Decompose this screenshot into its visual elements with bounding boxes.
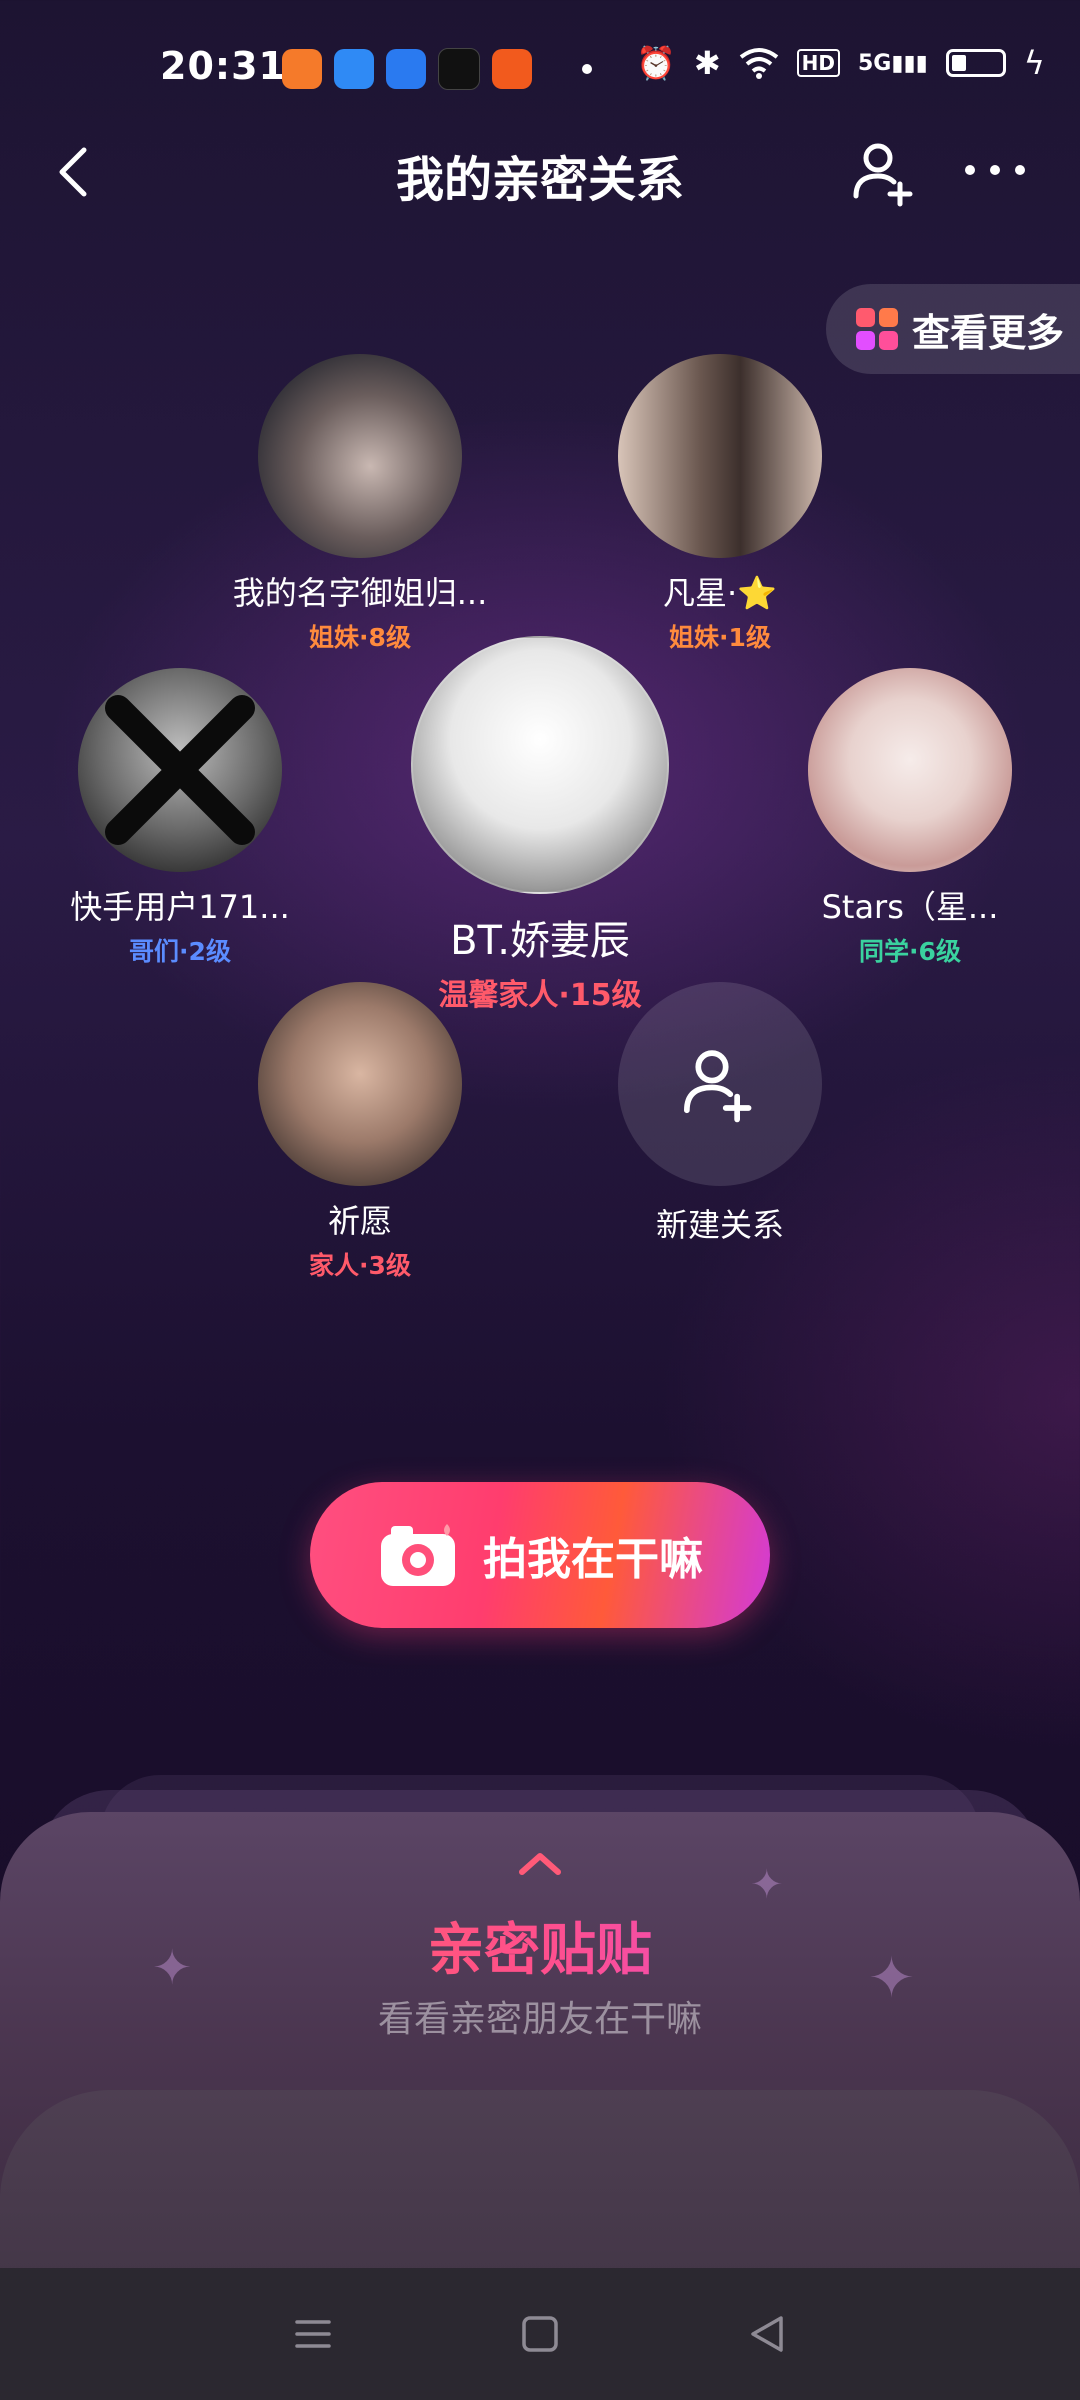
center-avatar bbox=[411, 636, 669, 894]
back-icon[interactable] bbox=[743, 2310, 791, 2358]
avatar bbox=[258, 354, 462, 558]
tiktok-icon bbox=[438, 48, 480, 90]
center-node[interactable]: BT.娇妻辰 温馨家人·15级 bbox=[380, 636, 700, 1014]
relation-level: 家人·3级 bbox=[309, 1251, 411, 1280]
menu-icon[interactable] bbox=[289, 2310, 337, 2358]
system-nav-bar bbox=[0, 2268, 1080, 2400]
relation-node[interactable]: Stars（星... 同学·6级 bbox=[760, 668, 1060, 968]
new-relation-avatar bbox=[618, 982, 822, 1186]
relation-name: 凡星·⭐ bbox=[662, 574, 778, 612]
kuaishou-icon bbox=[282, 49, 322, 89]
weibo-icon bbox=[492, 49, 532, 89]
status-bar: 20:31 ⏰ ✱ HD 5G▮▮▮ ϟ bbox=[0, 0, 1080, 140]
home-icon[interactable] bbox=[516, 2310, 564, 2358]
cross-mark-icon bbox=[105, 695, 255, 845]
relation-name: 快手用户171... bbox=[70, 888, 290, 926]
maps-icon bbox=[386, 49, 426, 89]
relation-name: Stars（星... bbox=[821, 888, 999, 926]
more-notifications-dot bbox=[582, 64, 592, 74]
charging-icon: ϟ bbox=[1023, 44, 1045, 82]
new-relation-node[interactable]: 新建关系 bbox=[560, 982, 880, 1246]
signal-icon: 5G▮▮▮ bbox=[858, 50, 928, 76]
camera-button-label: 拍我在干嘛 bbox=[483, 1534, 703, 1585]
browser-icon bbox=[334, 49, 374, 89]
alarm-icon: ⏰ bbox=[636, 44, 676, 82]
relation-node[interactable]: 祈愿 家人·3级 bbox=[200, 982, 520, 1282]
new-relation-label: 新建关系 bbox=[655, 1206, 784, 1244]
relation-node[interactable]: 我的名字御姐归... 姐妹·8级 bbox=[200, 354, 520, 654]
relation-node[interactable]: 凡星·⭐ 姐妹·1级 bbox=[560, 354, 880, 654]
sparkle-icon: ✦ bbox=[750, 1862, 784, 1908]
camera-icon bbox=[381, 1524, 455, 1586]
sparkle-icon: ✦ bbox=[868, 1946, 915, 2011]
relation-name: 祈愿 bbox=[327, 1202, 392, 1240]
avatar bbox=[78, 668, 282, 872]
center-name: BT.娇妻辰 bbox=[450, 918, 630, 964]
add-friend-button[interactable] bbox=[850, 138, 920, 208]
sparkle-icon: ✦ bbox=[152, 1940, 193, 1996]
relation-name: 我的名字御姐归... bbox=[232, 574, 488, 612]
relation-level: 哥们·2级 bbox=[129, 937, 231, 966]
avatar bbox=[258, 982, 462, 1186]
system-icons: ⏰ ✱ HD 5G▮▮▮ ϟ bbox=[636, 44, 1045, 82]
grid-icon bbox=[856, 308, 898, 350]
avatar bbox=[808, 668, 1012, 872]
add-person-icon bbox=[684, 1050, 752, 1123]
hd-badge: HD bbox=[796, 49, 840, 77]
more-options-button[interactable] bbox=[960, 145, 1030, 195]
clock: 20:31 bbox=[160, 44, 286, 88]
camera-button[interactable]: 拍我在干嘛 bbox=[310, 1482, 770, 1628]
chevron-up-icon[interactable] bbox=[510, 1848, 570, 1878]
relation-level: 同学·6级 bbox=[859, 937, 961, 966]
sheet-subtitle: 看看亲密朋友在干嘛 bbox=[377, 1999, 702, 2040]
notification-icons bbox=[282, 48, 592, 90]
relation-node[interactable]: 快手用户171... 哥们·2级 bbox=[30, 668, 330, 968]
bluetooth-icon: ✱ bbox=[693, 44, 721, 82]
wifi-icon bbox=[739, 48, 778, 79]
battery-icon bbox=[945, 49, 1006, 77]
view-more-label: 查看更多 bbox=[912, 310, 1065, 355]
avatar bbox=[618, 354, 822, 558]
